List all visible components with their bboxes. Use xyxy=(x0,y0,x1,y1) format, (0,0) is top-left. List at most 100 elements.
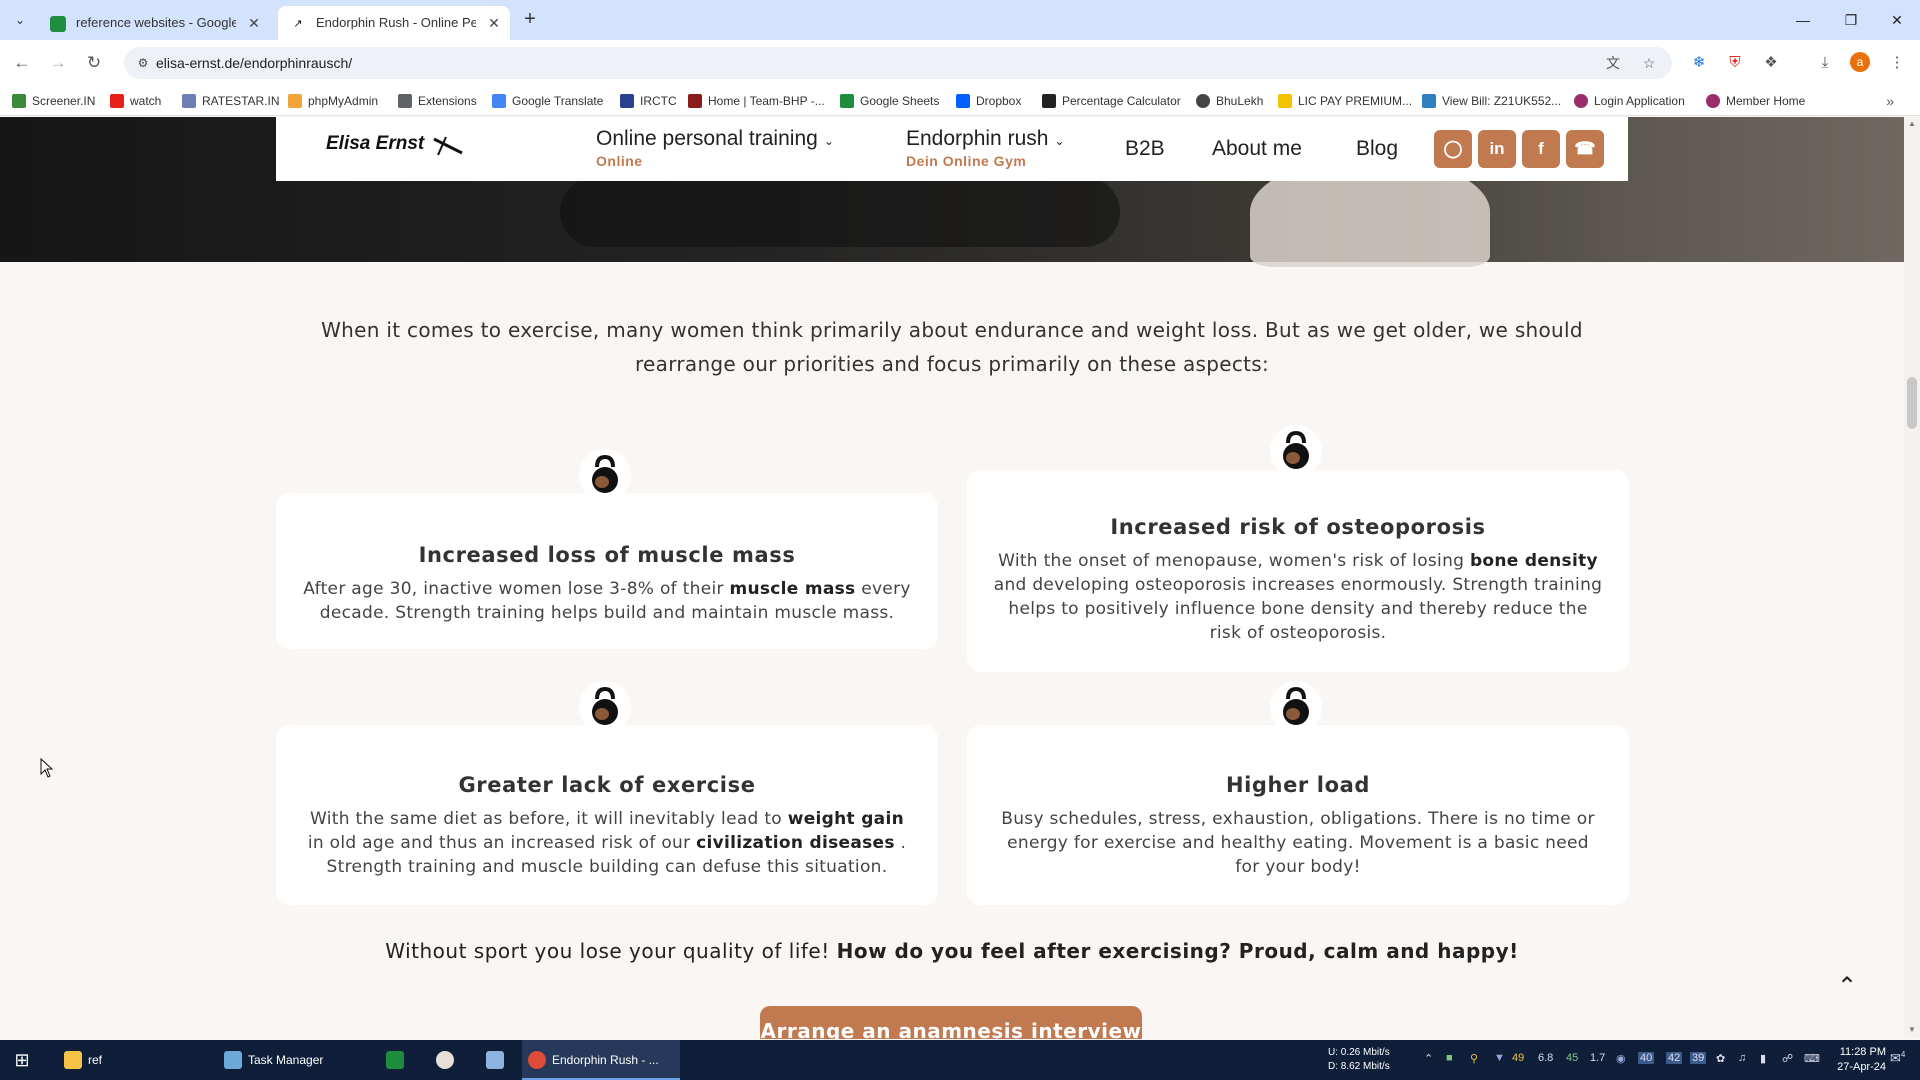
nav-about-me[interactable]: About me xyxy=(1212,137,1302,161)
bookmark-dropbox[interactable]: Dropbox xyxy=(956,86,1021,116)
tray-search-icon[interactable]: ⚲ xyxy=(1470,1052,1478,1065)
scroll-up-arrow-icon[interactable]: ▲ xyxy=(1904,119,1920,128)
bookmark-label: Member Home xyxy=(1726,94,1806,108)
restore-button[interactable]: ❐ xyxy=(1828,0,1874,40)
notifications-icon[interactable]: ✉4 xyxy=(1890,1050,1905,1066)
card-title: Greater lack of exercise xyxy=(458,773,756,797)
bookmark-extensions[interactable]: Extensions xyxy=(398,86,477,116)
arrange-anamnesis-button[interactable]: Arrange an anamnesis interview xyxy=(760,1006,1142,1039)
system-clock[interactable]: 11:28 PM 27-Apr-24 xyxy=(1826,1045,1886,1075)
bookmark-label: Home | Team-BHP -... xyxy=(708,94,825,108)
card-higher-load: Higher load Busy schedules, stress, exha… xyxy=(967,725,1629,905)
profile-avatar[interactable]: a xyxy=(1850,52,1870,72)
taskbar-sheets[interactable] xyxy=(380,1040,414,1080)
tray-flower-icon[interactable]: ✿ xyxy=(1716,1052,1725,1065)
ratestar-icon xyxy=(182,94,196,108)
tab-reference-websites[interactable]: reference websites - Google Sh ✕ xyxy=(38,6,270,40)
back-button[interactable]: ← xyxy=(10,51,34,75)
taskbar-app[interactable] xyxy=(430,1040,464,1080)
claim-normal: Without sport you lose your quality of l… xyxy=(385,939,837,963)
tab-endorphin-rush[interactable]: ↗ Endorphin Rush - Online Perso ✕ xyxy=(278,6,510,40)
clock-time: 11:28 PM xyxy=(1839,1046,1886,1058)
reload-button[interactable]: ↻ xyxy=(82,51,106,75)
folder-icon xyxy=(64,1051,82,1069)
bookmark-label: LIC PAY PREMIUM... xyxy=(1298,94,1413,108)
bookmark-lic-pay[interactable]: LIC PAY PREMIUM... xyxy=(1278,86,1412,116)
youtube-icon xyxy=(110,94,124,108)
bookmark-label: Screener.IN xyxy=(32,94,96,108)
browser-menu-icon[interactable]: ⋮ xyxy=(1886,52,1908,74)
bookmark-label: watch xyxy=(130,94,162,108)
nav-sublabel: Dein Online Gym xyxy=(906,153,1027,169)
site-info-icon[interactable]: ⚙ xyxy=(134,54,152,72)
bookmark-star-icon[interactable]: ☆ xyxy=(1640,54,1658,72)
taskbar-item-task-manager[interactable]: Task Manager xyxy=(218,1040,372,1080)
windows-start-icon[interactable]: ⊞ xyxy=(0,1040,44,1080)
percent-icon xyxy=(1042,94,1056,108)
bookmark-watch[interactable]: watch xyxy=(110,86,161,116)
notepad-icon xyxy=(486,1051,504,1069)
bookmark-percentage-calculator[interactable]: Percentage Calculator xyxy=(1042,86,1181,116)
nav-b2b[interactable]: B2B xyxy=(1125,137,1165,161)
tray-app-icon[interactable]: ■ xyxy=(1446,1052,1453,1064)
linkedin-icon[interactable]: in xyxy=(1478,130,1516,168)
downloads-icon[interactable]: ⤓ xyxy=(1814,52,1836,74)
bookmark-login-application[interactable]: Login Application xyxy=(1574,86,1685,116)
nav-endorphin-rush[interactable]: Endorphin rush ⌄ Dein Online Gym xyxy=(906,127,1065,169)
taskbar-item-chrome[interactable]: Endorphin Rush - ... xyxy=(522,1040,680,1080)
url-text[interactable]: elisa-ernst.de/endorphinrausch/ xyxy=(156,47,352,79)
tray-globe-icon[interactable]: ◉ xyxy=(1616,1052,1626,1065)
bookmark-member-home[interactable]: Member Home xyxy=(1706,86,1805,116)
ime-icon[interactable]: ⌨ xyxy=(1804,1052,1820,1065)
forward-button[interactable]: → xyxy=(46,51,70,75)
tray-shield-icon[interactable]: ▼ xyxy=(1494,1052,1505,1064)
close-tab-icon[interactable]: ✕ xyxy=(486,6,502,40)
network-speed: U: 0.26 Mbit/s D: 8.62 Mbit/s xyxy=(1328,1046,1390,1074)
bookmark-google-sheets[interactable]: Google Sheets xyxy=(840,86,939,116)
shield-extension-icon[interactable]: ⛨ xyxy=(1724,52,1746,74)
bookmark-bhulekh[interactable]: BhuLekh xyxy=(1196,86,1263,116)
bookmark-label: BhuLekh xyxy=(1216,94,1264,108)
card-title: Increased loss of muscle mass xyxy=(418,543,796,567)
bookmark-ratestar[interactable]: RATESTAR.IN xyxy=(182,86,280,116)
extension-icon[interactable]: ❄ xyxy=(1688,52,1710,74)
card-text-bold: bone density xyxy=(1469,551,1598,571)
more-bookmarks-icon[interactable]: » xyxy=(1886,86,1894,116)
bookmark-google-translate[interactable]: Google Translate xyxy=(492,86,603,116)
nav-blog[interactable]: Blog xyxy=(1356,137,1398,161)
speaker-icon[interactable]: ♫ xyxy=(1738,1052,1746,1064)
bookmark-team-bhp[interactable]: Home | Team-BHP -... xyxy=(688,86,825,116)
taskbar-label: Endorphin Rush - ... xyxy=(552,1053,659,1067)
page-scrollbar[interactable]: ▲ ▼ xyxy=(1904,117,1920,1039)
minimize-button[interactable]: — xyxy=(1780,0,1826,40)
card-osteoporosis: Increased risk of osteoporosis With the … xyxy=(967,470,1629,672)
new-tab-button[interactable]: + xyxy=(518,8,542,32)
lic-icon xyxy=(1278,94,1292,108)
bookmark-phpmyadmin[interactable]: phpMyAdmin xyxy=(288,86,378,116)
scroll-down-arrow-icon[interactable]: ▼ xyxy=(1904,1025,1920,1034)
tray-chevron-icon[interactable]: ⌃ xyxy=(1424,1052,1433,1065)
instagram-icon[interactable]: ◯ xyxy=(1434,130,1472,168)
close-window-button[interactable]: ✕ xyxy=(1874,0,1920,40)
taskbar-notepad[interactable] xyxy=(480,1040,514,1080)
bookmark-screener[interactable]: Screener.IN xyxy=(12,86,95,116)
nav-online-personal-training[interactable]: Online personal training ⌄ Online xyxy=(596,127,834,169)
card-text: After age 30, inactive women lose 3-8% o… xyxy=(302,577,912,625)
bookmark-view-bill[interactable]: View Bill: Z21UK552... xyxy=(1422,86,1561,116)
scroll-to-top-icon[interactable]: ⌃ xyxy=(1832,972,1862,1002)
extensions-puzzle-icon[interactable]: ❖ xyxy=(1760,52,1782,74)
scrollbar-thumb[interactable] xyxy=(1907,377,1917,429)
tab-search-chevron-icon[interactable]: ⌄ xyxy=(10,10,30,30)
site-logo[interactable]: Elisa Ernst xyxy=(326,133,424,155)
tray-value: 40 xyxy=(1638,1052,1655,1064)
tray-value: 1.7 xyxy=(1590,1052,1606,1064)
facebook-icon[interactable]: f xyxy=(1522,130,1560,168)
bookmark-irctc[interactable]: IRCTC xyxy=(620,86,677,116)
address-bar[interactable]: ⚙ elisa-ernst.de/endorphinrausch/ 文 ☆ xyxy=(124,47,1672,79)
close-tab-icon[interactable]: ✕ xyxy=(246,6,262,40)
network-icon[interactable]: ☍ xyxy=(1782,1052,1793,1065)
taskbar-item-ref[interactable]: ref xyxy=(58,1040,212,1080)
translate-icon[interactable]: 文 xyxy=(1604,54,1622,72)
battery-icon[interactable]: ▮ xyxy=(1760,1052,1766,1065)
whatsapp-icon[interactable]: ☎ xyxy=(1566,130,1604,168)
